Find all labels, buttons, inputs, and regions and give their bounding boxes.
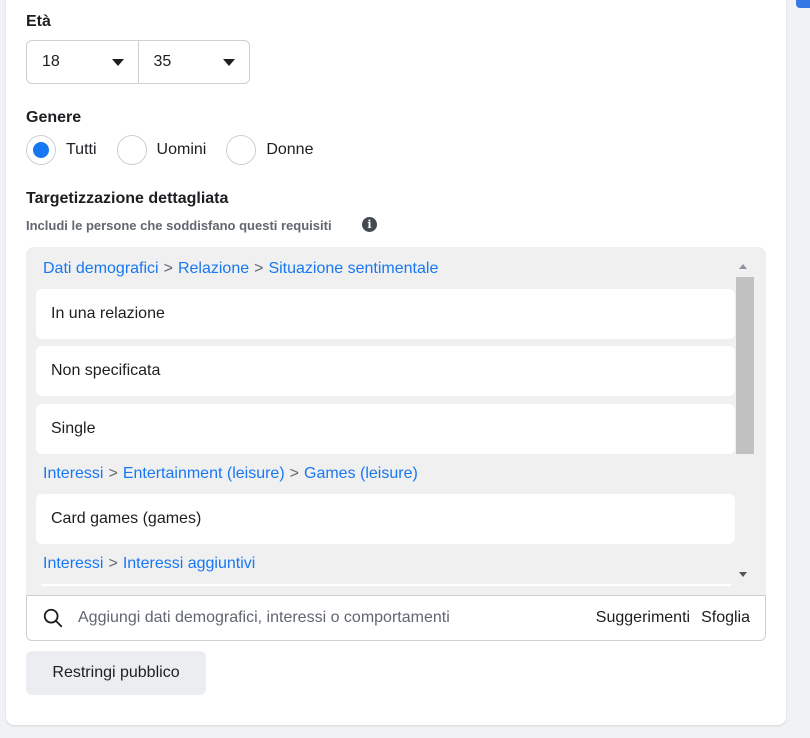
gender-option-men[interactable]: Uomini xyxy=(116,135,207,165)
breadcrumb-separator: > xyxy=(108,465,118,482)
search-icon xyxy=(43,608,63,628)
radio-selected-dot xyxy=(33,142,49,158)
breadcrumb-link[interactable]: Relazione xyxy=(178,260,249,277)
breadcrumb-link[interactable]: Dati demografici xyxy=(43,260,159,277)
breadcrumb-separator: > xyxy=(289,465,299,482)
gender-option-label: Tutti xyxy=(66,141,97,158)
age-max-value: 35 xyxy=(153,53,172,70)
gender-option-women[interactable]: Donne xyxy=(226,135,313,165)
targeting-item[interactable]: Single xyxy=(36,404,735,454)
breadcrumb-link[interactable]: Games (leisure) xyxy=(304,465,418,482)
age-max-select[interactable]: 35 xyxy=(137,41,250,83)
caret-down-icon xyxy=(111,58,124,66)
gender-label: Genere xyxy=(26,109,82,126)
top-accent-bar xyxy=(796,0,810,8)
info-icon[interactable]: i xyxy=(362,217,377,232)
scroll-down-arrow-icon[interactable] xyxy=(739,572,747,577)
list-item-edge xyxy=(41,584,731,586)
age-range: 18 35 xyxy=(26,40,250,84)
gender-option-label: Donne xyxy=(266,141,314,158)
targeting-item[interactable]: In una relazione xyxy=(36,289,735,339)
scrollbar-thumb[interactable] xyxy=(736,277,754,454)
suggestions-link[interactable]: Suggerimenti xyxy=(596,609,690,627)
age-label: Età xyxy=(26,13,51,30)
targeting-search-bar: Suggerimenti Sfoglia xyxy=(26,595,766,641)
gender-option-all[interactable]: Tutti xyxy=(26,135,97,165)
targeting-item[interactable]: Card games (games) xyxy=(36,494,735,544)
targeting-search-input[interactable] xyxy=(76,608,560,628)
narrow-audience-button[interactable]: Restringi pubblico xyxy=(26,651,206,695)
breadcrumb-link[interactable]: Entertainment (leisure) xyxy=(123,465,285,482)
gender-radio-group: Tutti Uomini Donne xyxy=(26,134,333,166)
breadcrumb: Interessi > Entertainment (leisure) > Games … xyxy=(43,465,418,483)
breadcrumb-link[interactable]: Situazione sentimentale xyxy=(268,260,438,277)
targeting-subtitle: Includi le persone che soddisfano questi… xyxy=(26,218,332,233)
age-min-select[interactable]: 18 xyxy=(27,41,138,83)
radio-button[interactable] xyxy=(226,135,257,165)
targeting-item[interactable]: Non specificata xyxy=(36,346,735,396)
radio-button[interactable] xyxy=(26,135,56,165)
breadcrumb: Dati demografici > Relazione > Situazione se… xyxy=(43,260,438,278)
breadcrumb-link[interactable]: Interessi aggiuntivi xyxy=(123,555,256,572)
radio-button[interactable] xyxy=(116,135,147,165)
targeting-title: Targetizzazione dettagliata xyxy=(26,190,229,207)
targeting-selection-list[interactable]: Dati demografici > Relazione > Situazione se… xyxy=(26,247,766,595)
caret-down-icon xyxy=(223,58,235,66)
scroll-up-arrow-icon[interactable] xyxy=(739,264,747,269)
age-min-value: 18 xyxy=(42,53,60,70)
breadcrumb-separator: > xyxy=(254,260,264,277)
breadcrumb-separator: > xyxy=(108,555,118,572)
breadcrumb-link[interactable]: Interessi xyxy=(43,555,103,572)
browse-link[interactable]: Sfoglia xyxy=(701,609,750,627)
gender-option-label: Uomini xyxy=(156,141,207,158)
breadcrumb: Interessi > Interessi aggiuntivi xyxy=(43,555,255,573)
breadcrumb-link[interactable]: Interessi xyxy=(43,465,103,482)
breadcrumb-separator: > xyxy=(163,260,173,277)
